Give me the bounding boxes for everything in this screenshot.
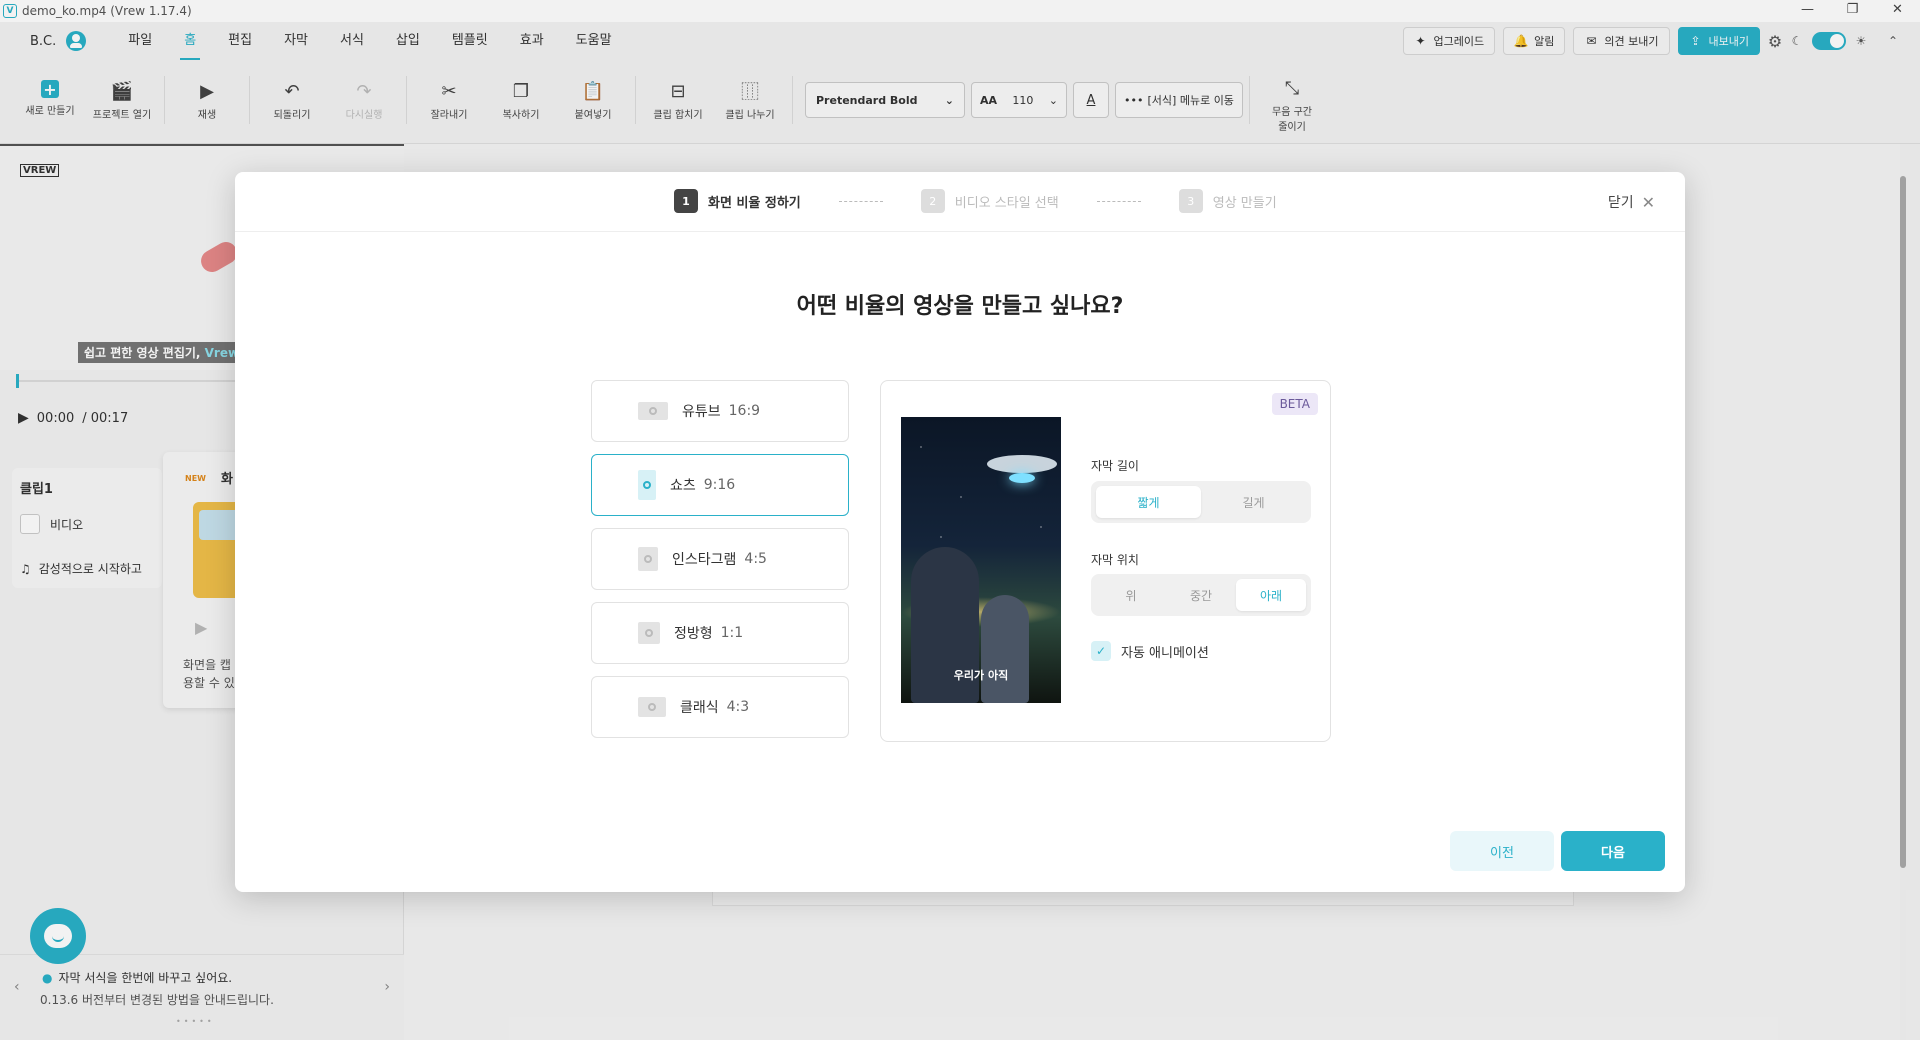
modal-question: 어떤 비율의 영상을 만들고 싶나요?: [796, 294, 1124, 319]
close-icon: ✕: [1641, 192, 1655, 212]
checkbox-checked-icon[interactable]: ✓: [1091, 641, 1111, 661]
aspect-ratio-icon: [638, 402, 668, 420]
subtitle-length-option-0[interactable]: 짧게: [1096, 486, 1201, 518]
modal-header: 1 화면 비율 정하기 2 비디오 스타일 선택 3 영상 만들기 닫기 ✕: [235, 172, 1685, 232]
aspect-ratio-option[interactable]: 클래식 4:3: [591, 676, 849, 738]
step-connector: [1096, 200, 1141, 202]
aspect-ratio-icon: [638, 697, 666, 717]
thumbnail-caption: 우리가 아직: [953, 669, 1009, 682]
aspect-ratio-value: 9:16: [703, 477, 736, 493]
step-3-number: 3: [1178, 189, 1203, 213]
step-3-label: 영상 만들기: [1212, 195, 1277, 211]
subtitle-position-option-2[interactable]: 아래: [1236, 579, 1306, 611]
aspect-ratio-value: 16:9: [728, 403, 761, 419]
step-1-number: 1: [674, 189, 698, 213]
step-3: 3 영상 만들기: [1178, 189, 1277, 213]
aspect-ratio-name: 인스타그램: [672, 552, 737, 568]
modal-close-label: 닫기: [1607, 195, 1634, 211]
aspect-ratio-name: 유튜브: [682, 404, 721, 420]
modal-close-button[interactable]: 닫기 ✕: [1608, 192, 1655, 212]
next-label: 다음: [1601, 845, 1625, 861]
aspect-ratio-name: 정방형: [674, 626, 713, 642]
auto-animation-option[interactable]: ✓ 자동 애니메이션: [1091, 641, 1209, 661]
step-1: 1 화면 비율 정하기: [674, 189, 801, 213]
style-preview-card: BETA 우리가 아직 자막 길이 짧게 길게 자막 위치 위 중간 아래 ✓ 자동 …: [880, 380, 1331, 742]
subtitle-position-option-1[interactable]: 중간: [1166, 579, 1236, 611]
aspect-ratio-option[interactable]: 유튜브 16:9: [591, 380, 849, 442]
aspect-ratio-value: 4:5: [744, 551, 767, 567]
aspect-ratio-option[interactable]: 쇼츠 9:16: [591, 454, 849, 516]
aspect-ratio-option[interactable]: 인스타그램 4:5: [591, 528, 849, 590]
aspect-ratio-name: 클래식: [680, 700, 719, 716]
wizard-steps: 1 화면 비율 정하기 2 비디오 스타일 선택 3 영상 만들기: [674, 189, 1277, 213]
child-silhouette: [981, 595, 1029, 703]
aspect-ratio-value: 4:3: [726, 699, 750, 715]
aspect-ratio-icon: [638, 547, 658, 571]
subtitle-position-segmented: 위 중간 아래: [1091, 574, 1311, 616]
preview-thumbnail: 우리가 아직: [901, 417, 1061, 703]
aspect-ratio-value: 1:1: [720, 625, 744, 641]
ratio-play-icon: [645, 629, 653, 637]
next-button[interactable]: 다음: [1561, 831, 1665, 871]
step-1-label: 화면 비율 정하기: [708, 195, 801, 211]
subtitle-length-option-1[interactable]: 길게: [1201, 486, 1306, 518]
step-connector: [838, 200, 883, 202]
auto-animation-label: 자동 애니메이션: [1121, 645, 1209, 661]
subtitle-position-option-0[interactable]: 위: [1096, 579, 1166, 611]
aspect-ratio-icon: [638, 470, 656, 500]
step-2-number: 2: [920, 189, 945, 213]
subtitle-position-label: 자막 위치: [1091, 553, 1139, 567]
subtitle-length-segmented: 짧게 길게: [1091, 481, 1311, 523]
aspect-ratio-list: 유튜브 16:9 쇼츠 9:16 인스타그램 4:5 정방형 1:1 클래식 4:3: [591, 380, 849, 750]
previous-button[interactable]: 이전: [1450, 831, 1554, 871]
subtitle-length-label: 자막 길이: [1091, 459, 1139, 473]
beta-badge: BETA: [1271, 393, 1318, 415]
ratio-play-icon: [648, 703, 656, 711]
aspect-ratio-icon: [638, 622, 660, 644]
previous-label: 이전: [1490, 845, 1514, 861]
step-2-label: 비디오 스타일 선택: [954, 195, 1059, 211]
step-2: 2 비디오 스타일 선택: [920, 189, 1059, 213]
ratio-play-icon: [643, 481, 651, 489]
new-project-modal: 1 화면 비율 정하기 2 비디오 스타일 선택 3 영상 만들기 닫기 ✕ 어…: [235, 172, 1685, 892]
ufo-graphic: [987, 455, 1057, 473]
aspect-ratio-name: 쇼츠: [670, 478, 696, 494]
ratio-play-icon: [649, 407, 657, 415]
aspect-ratio-option[interactable]: 정방형 1:1: [591, 602, 849, 664]
ratio-play-icon: [644, 555, 652, 563]
ufo-light-graphic: [1009, 473, 1035, 483]
